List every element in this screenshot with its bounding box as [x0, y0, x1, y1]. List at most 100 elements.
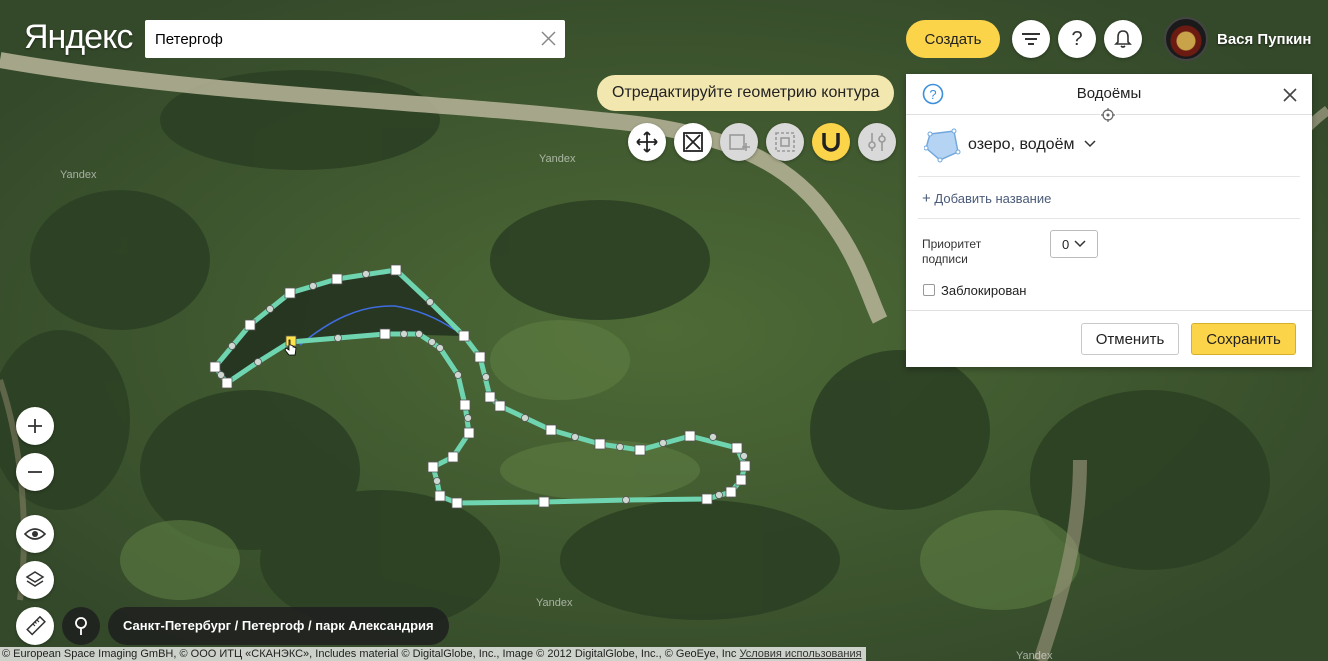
contour-vertex-handle[interactable]: [725, 486, 737, 498]
map-watermark: Yandex: [60, 169, 97, 181]
layers-icon: [25, 571, 45, 587]
contour-midpoint-handle[interactable]: [616, 443, 624, 451]
contour-vertex-handle[interactable]: [474, 351, 486, 363]
chevron-down-icon[interactable]: [1084, 140, 1096, 148]
contour-vertex-handle[interactable]: [594, 438, 606, 450]
ruler-icon: [26, 615, 46, 636]
contour-midpoint-handle[interactable]: [482, 373, 490, 381]
contour-midpoint-handle[interactable]: [740, 452, 748, 460]
ruler-button[interactable]: [16, 607, 54, 645]
contour-vertex-handle[interactable]: [209, 361, 221, 373]
contour-midpoint-handle[interactable]: [400, 330, 408, 338]
contour-midpoint-handle[interactable]: [436, 344, 444, 352]
contour-vertex-handle[interactable]: [735, 474, 747, 486]
contour-vertex-handle[interactable]: [447, 451, 459, 463]
contour-vertex-handle[interactable]: [634, 444, 646, 456]
contour-midpoint-handle[interactable]: [709, 433, 717, 441]
avatar[interactable]: [1164, 17, 1208, 61]
user-name[interactable]: Вася Пупкин: [1217, 31, 1311, 48]
object-type-selector[interactable]: озеро, водоём: [968, 136, 1074, 154]
plus-icon: +: [922, 190, 931, 207]
contour-vertex-handle[interactable]: [494, 400, 506, 412]
contour-vertex-handle[interactable]: [379, 328, 391, 340]
help-button[interactable]: ?: [1058, 20, 1096, 58]
contour-midpoint-handle[interactable]: [309, 282, 317, 290]
contour-vertex-handle[interactable]: [244, 319, 256, 331]
zoom-in-button[interactable]: [16, 407, 54, 445]
view-button[interactable]: [16, 515, 54, 553]
add-name-label: Добавить название: [934, 191, 1052, 206]
contour-midpoint-handle[interactable]: [426, 298, 434, 306]
contour-midpoint-handle[interactable]: [464, 414, 472, 422]
close-icon[interactable]: [1282, 87, 1298, 103]
snap-magnet-button[interactable]: [812, 123, 850, 161]
contour-vertex-handle[interactable]: [390, 264, 402, 276]
map-watermark: Yandex: [536, 597, 573, 609]
create-button[interactable]: Создать: [906, 20, 1000, 58]
contour-midpoint-handle[interactable]: [254, 358, 262, 366]
contour-vertex-handle[interactable]: [701, 493, 713, 505]
delete-contour-button[interactable]: [674, 123, 712, 161]
filter-button[interactable]: [1012, 20, 1050, 58]
zoom-out-button[interactable]: [16, 453, 54, 491]
move-tool-button[interactable]: [628, 123, 666, 161]
contour-midpoint-handle[interactable]: [228, 342, 236, 350]
contour-midpoint-handle[interactable]: [571, 433, 579, 441]
location-pin-button[interactable]: [62, 607, 100, 645]
contour-midpoint-handle[interactable]: [217, 371, 225, 379]
cut-contour-button[interactable]: [766, 123, 804, 161]
notifications-button[interactable]: [1104, 20, 1142, 58]
divider: [918, 176, 1300, 177]
locate-button[interactable]: [1100, 107, 1116, 123]
contour-vertex-handle[interactable]: [221, 377, 233, 389]
contour-midpoint-handle[interactable]: [622, 496, 630, 504]
contour-vertex-handle[interactable]: [545, 424, 557, 436]
contour-vertex-handle[interactable]: [458, 330, 470, 342]
contour-vertex-handle[interactable]: [427, 461, 439, 473]
contour-vertex-handle[interactable]: [459, 399, 471, 411]
edit-hint: Отредактируйте геометрию контура: [597, 75, 895, 111]
contour-midpoint-handle[interactable]: [454, 371, 462, 379]
move-icon: [636, 131, 658, 153]
contour-vertex-handle[interactable]: [739, 460, 751, 472]
save-button[interactable]: Сохранить: [1191, 323, 1296, 355]
contour-vertex-handle[interactable]: [731, 442, 743, 454]
search-box: [145, 20, 565, 58]
add-contour-button[interactable]: [720, 123, 758, 161]
delete-shape-icon: [683, 132, 703, 152]
contour-midpoint-handle[interactable]: [362, 270, 370, 278]
add-name-link[interactable]: + Добавить название: [922, 190, 1051, 207]
contour-vertex-handle[interactable]: [451, 497, 463, 509]
chevron-down-icon[interactable]: [1074, 240, 1086, 248]
search-input[interactable]: [145, 20, 525, 58]
locked-checkbox[interactable]: [923, 284, 935, 296]
contour-midpoint-handle[interactable]: [266, 305, 274, 313]
map-watermark: Yandex: [1016, 650, 1053, 661]
breadcrumb[interactable]: Санкт-Петербург / Петергоф / парк Алекса…: [108, 607, 449, 645]
contour-midpoint-handle[interactable]: [521, 414, 529, 422]
plus-icon: [28, 419, 42, 433]
minus-icon: [28, 471, 42, 473]
layers-button[interactable]: [16, 561, 54, 599]
contour-vertex-handle[interactable]: [463, 427, 475, 439]
yandex-logo[interactable]: Яндекс: [24, 18, 133, 57]
add-shape-icon: [729, 134, 750, 151]
contour-midpoint-handle[interactable]: [334, 334, 342, 342]
contour-vertex-handle[interactable]: [538, 496, 550, 508]
sliders-icon: [868, 133, 886, 151]
object-panel: ? Водоёмы озеро, водоём + Добавить назва…: [906, 74, 1312, 367]
contour-vertex-handle[interactable]: [684, 430, 696, 442]
contour-vertex-handle[interactable]: [484, 391, 496, 403]
terms-link[interactable]: Условия использования: [739, 648, 861, 660]
contour-vertex-handle[interactable]: [434, 490, 446, 502]
contour-midpoint-handle[interactable]: [659, 439, 667, 447]
contour-midpoint-handle[interactable]: [715, 491, 723, 499]
cancel-button[interactable]: Отменить: [1081, 323, 1179, 355]
contour-vertex-handle[interactable]: [331, 273, 343, 285]
contour-vertex-handle[interactable]: [284, 287, 296, 299]
clear-icon[interactable]: [540, 30, 557, 47]
contour-midpoint-handle[interactable]: [415, 330, 423, 338]
contour-midpoint-handle[interactable]: [428, 338, 436, 346]
settings-tool-button[interactable]: [858, 123, 896, 161]
contour-midpoint-handle[interactable]: [433, 477, 441, 485]
